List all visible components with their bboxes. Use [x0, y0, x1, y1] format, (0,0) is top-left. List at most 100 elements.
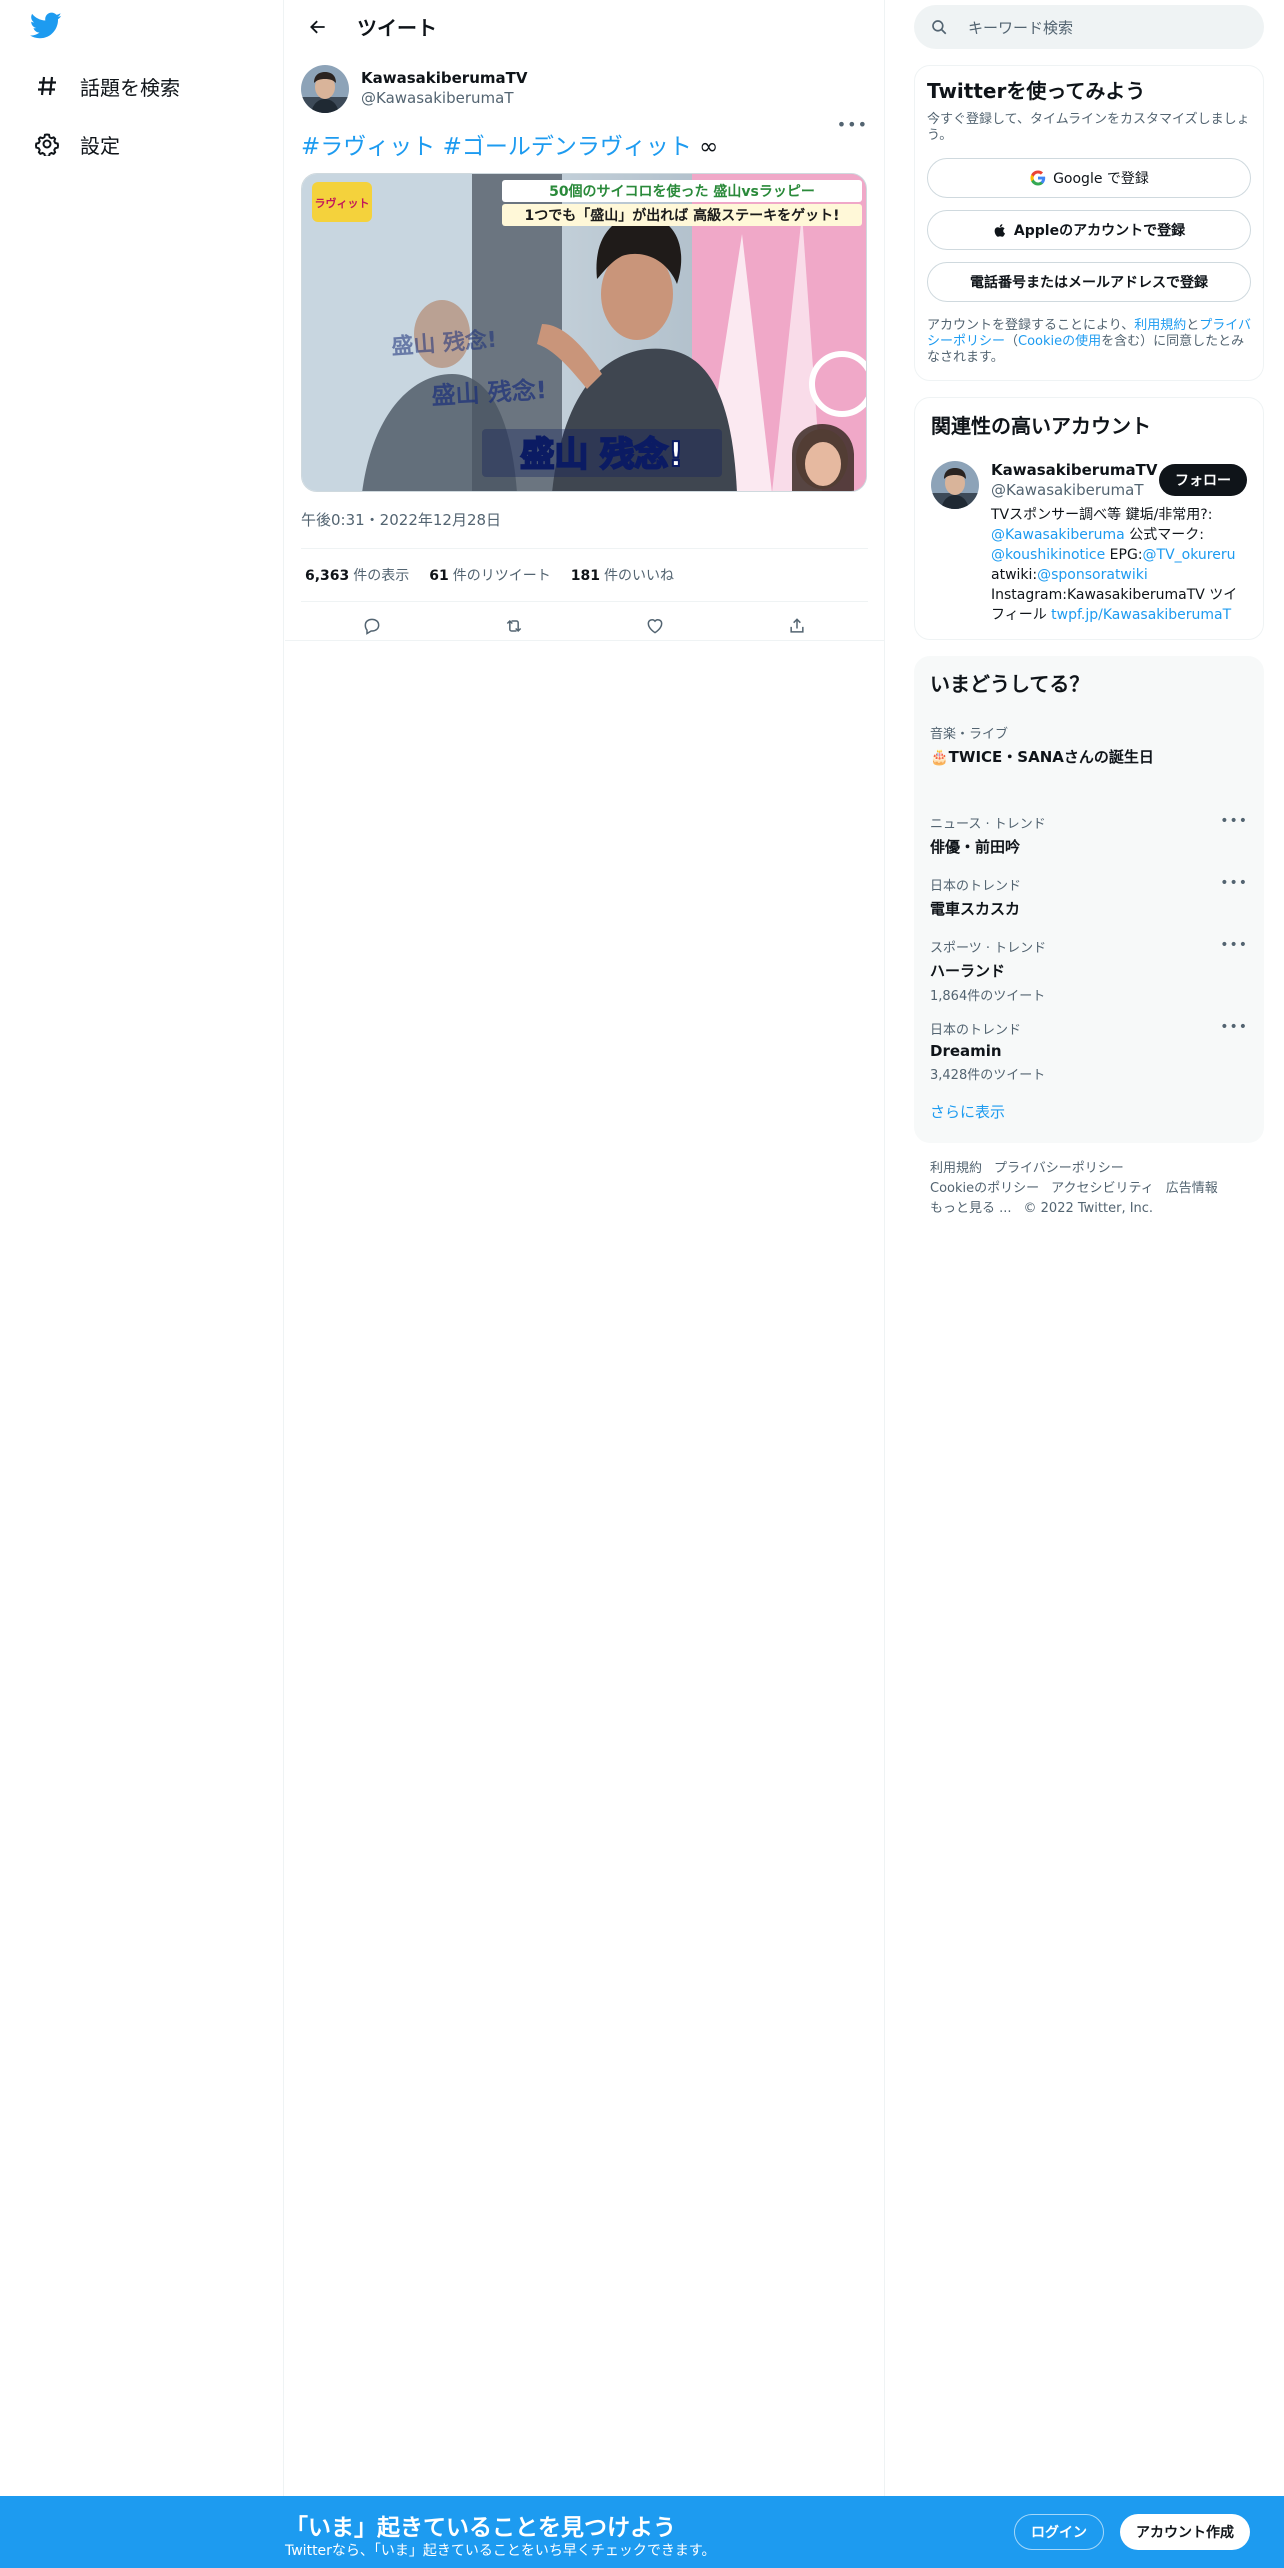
show-more-row: さらに表示: [930, 1101, 1248, 1137]
search-input[interactable]: キーワード検索: [914, 5, 1264, 49]
bottom-signup-banner: 「いま」起きていることを見つけよう Twitterなら、「いま」起きていることを…: [0, 2496, 1284, 2568]
trend-title: 俳優・前田吟: [930, 838, 1021, 856]
bio-text: atwiki:: [991, 567, 1038, 583]
media-corner-logo: ラヴィット: [315, 196, 370, 210]
footer-accessibility-link[interactable]: アクセシビリティ: [1051, 1181, 1154, 1196]
back-button[interactable]: [301, 10, 335, 44]
footer-cookie-link[interactable]: Cookieのポリシー: [930, 1181, 1039, 1196]
trends-panel: いまどうしてる？ 音楽・ライブ 🎂TWICE・SANAさんの誕生日 ニュース ·…: [914, 656, 1264, 1143]
likes-stat[interactable]: 181 件のいいね: [571, 565, 674, 585]
retweet-button[interactable]: [496, 608, 532, 644]
nav-settings-label: 設定: [80, 133, 120, 158]
trend-count: 3,428件のツイート: [930, 1068, 1046, 1083]
author-handle[interactable]: @KawasakiberumaT: [361, 89, 527, 107]
login-button[interactable]: ログイン: [1014, 2514, 1104, 2550]
likes-count: 181: [570, 568, 601, 584]
trend-title: Dreamin: [930, 1042, 1002, 1060]
tweet-media-image[interactable]: 50個のサイコロを使った 盛山vsラッピー 1つでも「盛山」が出れば 高級ステー…: [301, 173, 867, 492]
trend-item[interactable]: スポーツ · トレンド ハーランド 1,864件のツイート •••: [930, 937, 1248, 1019]
main-header: ツイート: [285, 0, 884, 53]
tweet: KawasakiberumaTV @KawasakiberumaT ••• #ラ…: [285, 53, 884, 641]
related-user-bio: TVスポンサー調べ等 鍵垢/非常用?: @Kawasakiberuma 公式マー…: [991, 505, 1247, 625]
banner-subtitle: Twitterなら、「いま」起きていることをいち早くチェックできます。: [285, 2543, 716, 2559]
nav-settings[interactable]: 設定: [34, 120, 120, 168]
related-user[interactable]: KawasakiberumaTV @KawasakiberumaT TVスポンサ…: [931, 461, 1247, 625]
google-signup-label: Google で登録: [1053, 171, 1149, 187]
bio-link[interactable]: @TV_okureru: [1143, 547, 1236, 563]
nav-explore[interactable]: 話題を検索: [34, 62, 180, 110]
cookie-link[interactable]: Cookieの使用: [1018, 334, 1101, 349]
show-more-link[interactable]: さらに表示: [930, 1103, 1005, 1121]
trend-more-icon[interactable]: •••: [1220, 813, 1248, 829]
tweet-text: #ラヴィット #ゴールデンラヴィット ∞: [301, 131, 868, 163]
gear-icon: [34, 131, 60, 157]
media-caption-main: 盛山 残念!: [520, 435, 683, 475]
follow-button[interactable]: フォロー: [1159, 464, 1247, 496]
views-count: 6,363: [305, 568, 350, 584]
related-accounts-panel: 関連性の高いアカウント KawasakiberumaTV @Kawasakibe…: [914, 397, 1264, 640]
terms-link[interactable]: 利用規約: [1134, 318, 1186, 333]
author-name[interactable]: KawasakiberumaTV: [361, 69, 527, 87]
tweet-stats: 6,363 件の表示 61 件のリツイート 181 件のいいね: [301, 548, 868, 602]
retweet-icon: [506, 619, 521, 633]
trend-meta: スポーツ · トレンド: [930, 941, 1047, 956]
tweet-author: KawasakiberumaTV @KawasakiberumaT: [301, 65, 868, 119]
retweets-stat[interactable]: 61 件のリツイート: [429, 565, 550, 585]
trend-title: ハーランド: [930, 962, 1006, 980]
create-account-button[interactable]: アカウント作成: [1120, 2514, 1250, 2550]
legal-prefix: アカウントを登録することにより、: [927, 318, 1135, 333]
bio-link[interactable]: @Kawasakiberuma: [991, 527, 1125, 543]
left-navigation: 話題を検索 設定: [0, 0, 284, 2568]
retweets-label: 件のリツイート: [452, 568, 551, 584]
hashtag-link[interactable]: #ラヴィット: [301, 134, 435, 160]
trend-count: 1,864件のツイート: [930, 989, 1046, 1004]
twitter-bird-icon[interactable]: [29, 12, 66, 44]
tweet-text-tail: ∞: [691, 134, 719, 160]
right-sidebar: キーワード検索 Twitterを使ってみよう 今すぐ登録して、タイムラインをカス…: [914, 0, 1264, 1235]
footer-copyright: © 2022 Twitter, Inc.: [1023, 1201, 1154, 1216]
tweet-timestamp[interactable]: 午後0:31・2022年12月28日: [301, 508, 868, 532]
bio-link[interactable]: @koushikinotice: [991, 547, 1105, 563]
trend-more-icon[interactable]: •••: [1220, 937, 1248, 953]
trend-item[interactable]: ニュース · トレンド 俳優・前田吟 •••: [930, 813, 1248, 875]
trends-title: いまどうしてる？: [930, 672, 1090, 696]
views-label: 件の表示: [353, 568, 410, 584]
apple-signup-button[interactable]: Appleのアカウントで登録: [927, 210, 1251, 250]
nav-explore-label: 話題を検索: [80, 75, 180, 100]
like-button[interactable]: [637, 608, 673, 644]
tweet-actions: [301, 602, 868, 650]
hashtag-link[interactable]: #ゴールデンラヴィット: [443, 134, 692, 160]
media-caption-second: 1つでも「盛山」が出れば 高級ステーキをゲット!: [525, 207, 840, 224]
bio-text: 公式マーク:: [1124, 527, 1204, 543]
google-signup-button[interactable]: Google で登録: [927, 158, 1251, 198]
banner-title: 「いま」起きていることを見つけよう: [285, 2515, 676, 2541]
legal-paren: （: [1005, 334, 1019, 349]
trend-more-icon[interactable]: •••: [1220, 1019, 1248, 1035]
more-options-icon[interactable]: •••: [837, 115, 868, 134]
trend-meta: 日本のトレンド: [930, 1023, 1022, 1038]
phone-signup-label: 電話番号またはメールアドレスで登録: [970, 275, 1208, 291]
media-caption-top: 50個のサイコロを使った 盛山vsラッピー: [549, 183, 815, 200]
trend-meta: 日本のトレンド: [930, 879, 1022, 894]
phone-signup-button[interactable]: 電話番号またはメールアドレスで登録: [927, 262, 1251, 302]
footer-terms-link[interactable]: 利用規約: [930, 1161, 982, 1176]
trend-item[interactable]: 日本のトレンド Dreamin 3,428件のツイート •••: [930, 1019, 1248, 1101]
bio-text: TVスポンサー調べ等 鍵垢/非常用?:: [991, 507, 1213, 523]
signup-legal-text: アカウントを登録することにより、利用規約とプライバシーポリシー（Cookieの使…: [927, 318, 1251, 366]
reply-button[interactable]: [354, 608, 390, 644]
share-button[interactable]: [779, 608, 815, 644]
likes-label: 件のいいね: [604, 568, 675, 584]
avatar[interactable]: [301, 65, 349, 113]
bio-link[interactable]: twpf.jp/KawasakiberumaT: [1051, 607, 1231, 623]
footer-privacy-link[interactable]: プライバシーポリシー: [994, 1161, 1124, 1176]
footer-ads-link[interactable]: 広告情報: [1166, 1181, 1218, 1196]
bio-link[interactable]: @sponsoratwiki: [1037, 567, 1148, 583]
avatar[interactable]: [931, 461, 979, 509]
trend-item[interactable]: 音楽・ライブ 🎂TWICE・SANAさんの誕生日: [930, 723, 1248, 813]
trend-title: 電車スカスカ: [930, 900, 1021, 918]
trend-item[interactable]: 日本のトレンド 電車スカスカ •••: [930, 875, 1248, 937]
author-names: KawasakiberumaTV @KawasakiberumaT: [361, 65, 527, 107]
trend-meta: ニュース · トレンド: [930, 817, 1046, 832]
footer-more-link[interactable]: もっと見る ...: [930, 1201, 1012, 1216]
trend-more-icon[interactable]: •••: [1220, 875, 1248, 891]
